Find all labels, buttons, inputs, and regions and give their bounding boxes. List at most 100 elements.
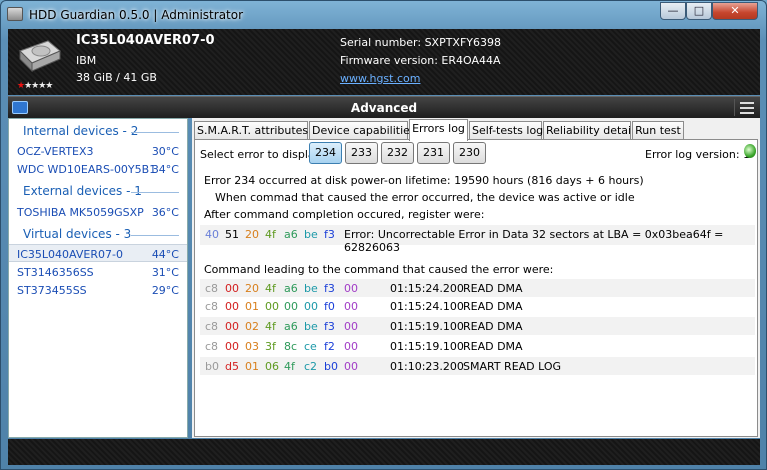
command-byte: a6 — [284, 320, 298, 333]
device-item[interactable]: TOSHIBA MK5059GSXP 36°C — [9, 203, 187, 221]
error-occurrence-text: Error 234 occurred at disk power-on life… — [204, 174, 644, 187]
command-byte: 01 — [245, 300, 259, 313]
errors-log-panel: Select error to display 234 233 232 231 … — [194, 139, 758, 437]
device-item[interactable]: ST373455SS 29°C — [9, 281, 187, 299]
device-name: ST373455SS — [17, 284, 87, 297]
device-name: OCZ-VERTEX3 — [17, 145, 94, 158]
footer-bar — [8, 439, 760, 465]
error-state-text: When commad that caused the error occurr… — [215, 191, 635, 204]
command-byte: 00 — [225, 300, 239, 313]
command-name: READ DMA — [463, 300, 523, 313]
command-row: c8 00 01 00 00 00 f0 00 01:15:24.100 REA… — [200, 297, 755, 315]
device-model: IC35L040AVER07-0 — [76, 33, 215, 48]
command-byte: f0 — [324, 300, 335, 313]
tab-run-test[interactable]: Run test — [632, 121, 684, 140]
command-byte: 01 — [245, 360, 259, 373]
title-bar[interactable]: HDD Guardian 0.5.0 | Administrator — □ ✕ — [1, 1, 766, 29]
device-item-selected[interactable]: IC35L040AVER07-0 44°C — [9, 244, 187, 262]
serial-number: Serial number: SXPTXFY6398 — [340, 36, 502, 49]
command-byte: c8 — [205, 340, 219, 353]
command-byte: 8c — [284, 340, 298, 353]
register-error-description: Error: Uncorrectable Error in Data 32 se… — [344, 228, 724, 254]
command-byte: be — [304, 320, 318, 333]
device-item[interactable]: OCZ-VERTEX3 30°C — [9, 142, 187, 160]
command-byte: f2 — [324, 340, 335, 353]
commands-heading: Command leading to the command that caus… — [204, 263, 554, 276]
tab-device-capabilities[interactable]: Device capabilities — [309, 121, 416, 140]
command-byte: 4f — [265, 282, 276, 295]
command-byte: a6 — [284, 282, 298, 295]
manufacturer-link[interactable]: www.hgst.com — [340, 72, 420, 85]
minimize-button[interactable]: — — [660, 2, 686, 20]
command-byte: be — [304, 282, 318, 295]
command-byte: 00 — [225, 340, 239, 353]
command-byte: 4f — [265, 320, 276, 333]
group-virtual-devices: Virtual devices - 3 — [9, 225, 187, 243]
command-byte: c8 — [205, 320, 219, 333]
device-item[interactable]: ST3146356SS 31°C — [9, 263, 187, 281]
error-button-230[interactable]: 230 — [453, 142, 486, 164]
rating-stars: ★★★★★ — [17, 81, 53, 91]
command-byte: 20 — [245, 282, 259, 295]
tab-smart-attributes[interactable]: S.M.A.R.T. attributes — [194, 121, 308, 140]
command-name: READ DMA — [463, 282, 523, 295]
device-name: ST3146356SS — [17, 266, 94, 279]
command-byte: 06 — [265, 360, 279, 373]
device-vendor: IBM — [76, 54, 97, 67]
error-button-232[interactable]: 232 — [381, 142, 414, 164]
menu-icon[interactable] — [734, 99, 756, 116]
group-external-devices: External devices - 1 — [9, 182, 187, 200]
command-byte: f3 — [324, 282, 335, 295]
command-byte: d5 — [225, 360, 239, 373]
command-byte: 00 — [265, 300, 279, 313]
device-name: WDC WD10EARS-00Y5B1 — [17, 163, 157, 176]
register-byte: be — [304, 228, 318, 241]
maximize-button[interactable]: □ — [686, 2, 712, 20]
command-time: 01:10:23.200 — [390, 360, 464, 373]
command-name: READ DMA — [463, 320, 523, 333]
tab-reliability-details[interactable]: Reliability details — [543, 121, 640, 140]
command-byte: b0 — [205, 360, 219, 373]
command-row: b0 d5 01 06 4f c2 b0 00 01:10:23.200 SMA… — [200, 357, 755, 375]
register-byte: 40 — [205, 228, 219, 241]
device-temperature: 36°C — [151, 206, 179, 219]
command-byte: 02 — [245, 320, 259, 333]
register-byte: 4f — [265, 228, 276, 241]
command-byte: 00 — [344, 360, 358, 373]
register-byte: a6 — [284, 228, 298, 241]
tab-errors-log[interactable]: Errors log — [409, 119, 468, 141]
command-row: c8 00 02 4f a6 be f3 00 01:15:19.100 REA… — [200, 317, 755, 335]
command-byte: 00 — [344, 282, 358, 295]
register-row: 40 51 20 4f a6 be f3 Error: Uncorrectabl… — [200, 225, 755, 254]
command-name: SMART READ LOG — [463, 360, 562, 373]
command-byte: 00 — [284, 300, 298, 313]
mode-bar: Advanced — [8, 96, 760, 118]
device-temperature: 30°C — [151, 145, 179, 158]
device-name: IC35L040AVER07-0 — [17, 248, 123, 261]
command-byte: c2 — [304, 360, 318, 373]
close-button[interactable]: ✕ — [712, 2, 758, 20]
command-time: 01:15:19.100 — [390, 320, 464, 333]
command-byte: 00 — [304, 300, 318, 313]
tab-self-tests-log[interactable]: Self-tests log — [469, 121, 543, 140]
error-button-234[interactable]: 234 — [309, 142, 342, 164]
command-byte: ce — [304, 340, 317, 353]
device-list: Internal devices - 2 OCZ-VERTEX3 30°C WD… — [8, 118, 188, 438]
window-title: HDD Guardian 0.5.0 | Administrator — [29, 8, 244, 22]
command-byte: b0 — [324, 360, 338, 373]
command-byte: 00 — [344, 300, 358, 313]
select-error-label: Select error to display — [200, 148, 322, 161]
device-temperature: 31°C — [151, 266, 179, 279]
register-byte: f3 — [324, 228, 335, 241]
device-capacity: 38 GiB / 41 GB — [76, 71, 157, 84]
command-byte: 03 — [245, 340, 259, 353]
device-item[interactable]: WDC WD10EARS-00Y5B1 34°C — [9, 160, 187, 178]
hdd-app-icon — [7, 7, 23, 21]
star-icon: ★★★★ — [24, 81, 53, 91]
register-byte: 20 — [245, 228, 259, 241]
error-button-233[interactable]: 233 — [345, 142, 378, 164]
error-button-231[interactable]: 231 — [417, 142, 450, 164]
register-byte: 51 — [225, 228, 239, 241]
device-name: TOSHIBA MK5059GSXP — [17, 206, 144, 219]
command-time: 01:15:24.200 — [390, 282, 464, 295]
